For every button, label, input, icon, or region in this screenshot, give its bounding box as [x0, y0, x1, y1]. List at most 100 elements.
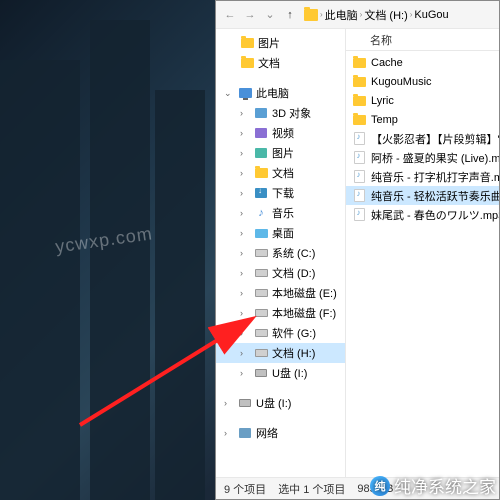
tree-drive-i2[interactable]: › U盘 (I:) — [216, 393, 345, 413]
file-row[interactable]: 纯音乐 - 打字机打字声音.mp3 — [346, 167, 499, 186]
chevron-icon: › — [320, 10, 323, 19]
tree-videos[interactable]: › 视频 — [216, 123, 345, 143]
tree-music[interactable]: › ♪ 音乐 — [216, 203, 345, 223]
tree-label: 此电脑 — [256, 85, 289, 101]
back-button[interactable]: ← — [220, 5, 240, 25]
tree-drive-i[interactable]: › U盘 (I:) — [216, 363, 345, 383]
audio-icon — [354, 170, 365, 183]
address-bar[interactable]: › 此电脑 › 文档 (H:) › KuGou — [300, 7, 495, 23]
download-icon — [255, 188, 267, 198]
audio-icon — [354, 151, 365, 164]
quickaccess-pictures[interactable]: 图片 — [216, 33, 345, 53]
toolbar: ← → ⌄ ↑ › 此电脑 › 文档 (H:) › KuGou — [216, 1, 499, 29]
folder-row[interactable]: Temp — [346, 110, 499, 129]
tree-label: 下载 — [272, 185, 294, 201]
drive-icon — [255, 329, 268, 337]
tree-3d-objects[interactable]: › 3D 对象 — [216, 103, 345, 123]
tree-documents[interactable]: › 文档 — [216, 163, 345, 183]
file-explorer-window: ← → ⌄ ↑ › 此电脑 › 文档 (H:) › KuGou 图片 文档 ⌄ — [215, 0, 500, 500]
tree-label: 文档 (H:) — [272, 345, 315, 361]
expander-icon[interactable]: › — [240, 288, 250, 298]
tree-label: U盘 (I:) — [272, 365, 307, 381]
file-row[interactable]: 妹尾武 - 春色のワルツ.mp3 — [346, 205, 499, 224]
up-button[interactable]: ↑ — [280, 5, 300, 25]
picture-icon — [255, 148, 267, 158]
tree-label: 网络 — [256, 425, 278, 441]
explorer-body: 图片 文档 ⌄ 此电脑 › 3D 对象 › 视频 — [216, 29, 499, 477]
expander-icon[interactable]: › — [240, 328, 250, 338]
audio-icon — [354, 208, 365, 221]
folder-row[interactable]: Cache — [346, 53, 499, 72]
expander-icon[interactable]: › — [240, 208, 250, 218]
tree-label: 本地磁盘 (F:) — [272, 305, 336, 321]
drive-icon — [255, 289, 268, 297]
column-header-name[interactable]: 名称 — [346, 29, 499, 51]
expander-icon[interactable]: › — [240, 228, 250, 238]
breadcrumb-this-pc[interactable]: 此电脑 — [325, 7, 358, 23]
status-selected: 选中 1 个项目 — [278, 481, 345, 497]
expander-icon[interactable]: › — [240, 168, 250, 178]
network-icon — [239, 428, 251, 438]
folder-icon — [241, 38, 254, 48]
file-name: 阿桥 - 盛夏的果实 (Live).mp3 — [371, 150, 499, 166]
expander-icon[interactable]: ⌄ — [224, 88, 234, 99]
tree-this-pc[interactable]: ⌄ 此电脑 — [216, 83, 345, 103]
watermark-logo-icon: 纯 — [370, 476, 390, 496]
file-row[interactable]: 【火影忍者】【片段剪辑】"最 — [346, 129, 499, 148]
expander-icon[interactable]: › — [240, 268, 250, 278]
folder-icon — [353, 77, 366, 87]
chevron-icon: › — [410, 10, 413, 19]
navigation-tree[interactable]: 图片 文档 ⌄ 此电脑 › 3D 对象 › 视频 — [216, 29, 346, 477]
expander-icon[interactable]: › — [240, 188, 250, 198]
drive-icon — [255, 269, 268, 277]
tree-drive-f[interactable]: › 本地磁盘 (F:) — [216, 303, 345, 323]
file-name: Temp — [371, 114, 398, 126]
tree-drive-d[interactable]: › 文档 (D:) — [216, 263, 345, 283]
file-name: Cache — [371, 57, 403, 69]
expander-icon[interactable]: › — [240, 368, 250, 378]
video-icon — [255, 128, 267, 138]
tree-network[interactable]: › 网络 — [216, 423, 345, 443]
expander-icon[interactable]: › — [240, 248, 250, 258]
expander-icon[interactable]: › — [224, 428, 234, 438]
status-item-count: 9 个项目 — [224, 481, 266, 497]
tree-drive-h[interactable]: › 文档 (H:) — [216, 343, 345, 363]
folder-row[interactable]: Lyric — [346, 91, 499, 110]
breadcrumb-drive-h[interactable]: 文档 (H:) — [364, 7, 407, 23]
file-list[interactable]: Cache KugouMusic Lyric Temp 【火影忍者】【片段剪辑】… — [346, 51, 499, 477]
recent-dropdown[interactable]: ⌄ — [260, 5, 280, 25]
watermark-brand: 纯 纯净系统之家 — [370, 473, 496, 498]
expander-icon[interactable]: › — [240, 348, 250, 358]
file-row[interactable]: 纯音乐 - 轻松活跃节奏乐曲.mp — [346, 186, 499, 205]
forward-button[interactable]: → — [240, 5, 260, 25]
folder-row[interactable]: KugouMusic — [346, 72, 499, 91]
tree-label: 文档 (D:) — [272, 265, 315, 281]
tree-label: 3D 对象 — [272, 105, 311, 121]
folder-icon — [255, 168, 268, 178]
tree-label: 软件 (G:) — [272, 325, 316, 341]
tree-drive-c[interactable]: › 系统 (C:) — [216, 243, 345, 263]
expander-icon[interactable]: › — [240, 308, 250, 318]
file-name: Lyric — [371, 95, 394, 107]
expander-icon[interactable]: › — [240, 148, 250, 158]
breadcrumb-kugou[interactable]: KuGou — [414, 9, 448, 21]
folder-icon — [241, 58, 254, 68]
chevron-icon: › — [360, 10, 363, 19]
pc-icon — [239, 88, 252, 98]
quickaccess-documents[interactable]: 文档 — [216, 53, 345, 73]
expander-icon[interactable]: › — [240, 108, 250, 118]
tree-drive-e[interactable]: › 本地磁盘 (E:) — [216, 283, 345, 303]
expander-icon[interactable]: › — [240, 128, 250, 138]
tree-downloads[interactable]: › 下载 — [216, 183, 345, 203]
file-row[interactable]: 阿桥 - 盛夏的果实 (Live).mp3 — [346, 148, 499, 167]
tree-label: 图片 — [272, 145, 294, 161]
tree-label: U盘 (I:) — [256, 395, 291, 411]
file-name: KugouMusic — [371, 76, 432, 88]
3d-icon — [255, 108, 267, 118]
tree-pictures[interactable]: › 图片 — [216, 143, 345, 163]
drive-icon — [255, 349, 268, 357]
tree-drive-g[interactable]: › 软件 (G:) — [216, 323, 345, 343]
tree-desktop[interactable]: › 桌面 — [216, 223, 345, 243]
folder-icon — [353, 58, 366, 68]
expander-icon[interactable]: › — [224, 398, 234, 408]
